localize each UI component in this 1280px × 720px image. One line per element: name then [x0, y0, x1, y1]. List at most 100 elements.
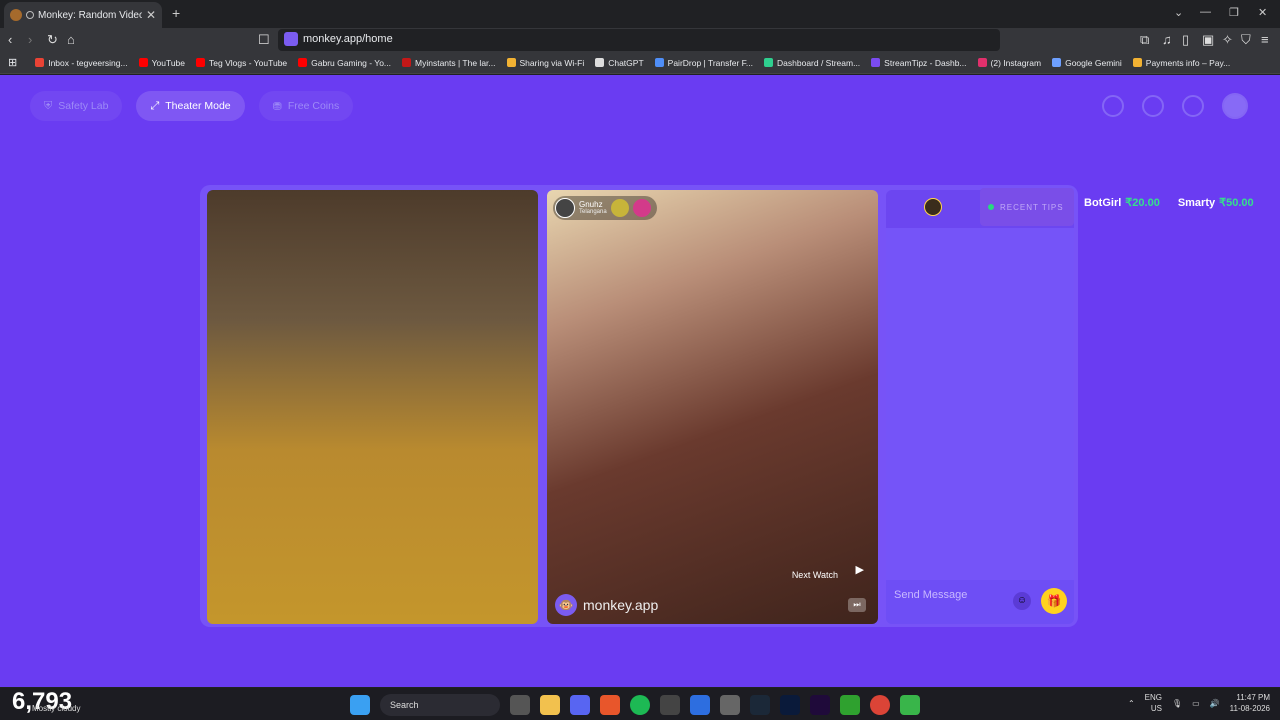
- google-pay-icon: [1132, 58, 1142, 67]
- browser-tab[interactable]: Monkey: Random Video Chat ✕: [4, 2, 162, 28]
- remote-avatar: [555, 198, 575, 218]
- media-icon[interactable]: ♫: [1162, 32, 1172, 47]
- youtube-icon[interactable]: ▶: [856, 563, 864, 576]
- bookmark-item[interactable]: YouTube: [138, 58, 185, 68]
- expand-icon: ⤢: [150, 99, 160, 112]
- bookmark-item[interactable]: Payments info – Pay...: [1132, 58, 1230, 68]
- theater-mode-label: Theater Mode: [165, 100, 231, 112]
- streamlabs-icon[interactable]: [900, 695, 920, 715]
- bookmark-item[interactable]: (2) Instagram: [977, 58, 1041, 68]
- tips-ticker: BotGirl ₹20.00 Smarty ₹50.00: [1084, 196, 1254, 209]
- photoshop-icon[interactable]: [780, 695, 800, 715]
- message-input[interactable]: Send Message: [894, 589, 967, 601]
- bookmark-label: ChatGPT: [608, 57, 644, 68]
- wallet-icon[interactable]: ▣: [1202, 32, 1214, 48]
- theater-mode-button[interactable]: ⤢ Theater Mode: [136, 91, 245, 121]
- back-icon[interactable]: ‹: [8, 32, 12, 47]
- skip-icon[interactable]: ⏭: [848, 598, 866, 612]
- remote-username: Gnuhz: [579, 200, 603, 209]
- app-icon[interactable]: [690, 695, 710, 715]
- site-info-icon[interactable]: [284, 32, 298, 46]
- bookmark-label: Dashboard / Stream...: [777, 57, 861, 68]
- apps-icon[interactable]: ⊞: [8, 56, 17, 69]
- weather-widget[interactable]: 6,793 Mostly cloudy: [12, 688, 80, 716]
- taskbar-search[interactable]: Search: [380, 694, 500, 716]
- language-indicator[interactable]: ENG US: [1145, 692, 1162, 714]
- safety-lab-label: Safety Lab: [58, 100, 109, 112]
- bookmark-item[interactable]: StreamTipz - Dashb...: [871, 58, 967, 68]
- profile-avatar[interactable]: [1222, 93, 1248, 119]
- home-icon[interactable]: ⌂: [67, 32, 75, 47]
- bookmark-item[interactable]: Sharing via Wi-Fi: [506, 57, 585, 68]
- bookmark-item[interactable]: Inbox - tegveersing...: [35, 57, 128, 68]
- gift-icon[interactable]: 🎁: [1041, 588, 1067, 614]
- maximize-icon[interactable]: ❐: [1229, 6, 1239, 19]
- send-message-bar: Send Message ☺ 🎁: [886, 580, 1074, 624]
- tip-item: BotGirl ₹20.00: [1084, 196, 1160, 209]
- leo-icon[interactable]: ✧: [1222, 32, 1233, 48]
- next-watch-label[interactable]: Next Watch: [792, 570, 838, 580]
- bookmark-item[interactable]: PairDrop | Transfer F...: [654, 58, 753, 68]
- bookmark-item[interactable]: Google Gemini: [1052, 58, 1122, 68]
- tray-chevron-icon[interactable]: ⌃: [1128, 699, 1135, 708]
- youtube-icon: [196, 58, 206, 67]
- free-coins-button[interactable]: ⛃ Free Coins: [258, 91, 354, 121]
- bookmark-item[interactable]: ChatGPT: [595, 57, 644, 68]
- discord-icon[interactable]: [570, 695, 590, 715]
- bookmark-item[interactable]: Teg Vlogs - YouTube: [196, 58, 287, 68]
- bookmark-item[interactable]: Dashboard / Stream...: [764, 58, 860, 68]
- menu-icon[interactable]: ≡: [1261, 32, 1269, 47]
- task-view-icon[interactable]: [510, 695, 530, 715]
- gemini-icon: [1052, 58, 1062, 67]
- tab-title: Monkey: Random Video Chat: [38, 9, 142, 21]
- mic-icon[interactable]: 🎙: [1172, 699, 1182, 708]
- safety-lab-button[interactable]: ⛨ Safety Lab: [30, 91, 123, 121]
- volume-icon[interactable]: 🔊: [1210, 699, 1220, 708]
- windows-start-icon[interactable]: [350, 695, 370, 715]
- youtube-icon: [138, 58, 148, 67]
- bookmark-item[interactable]: Myinstants | The lar...: [402, 58, 496, 68]
- bookmark-icon[interactable]: ☐: [258, 32, 270, 48]
- github-icon[interactable]: [660, 695, 680, 715]
- chrome-icon[interactable]: [870, 695, 890, 715]
- minecraft-icon[interactable]: [840, 695, 860, 715]
- remote-user-badge[interactable]: Gnuhz Telangana: [553, 196, 657, 220]
- right-nav: [1102, 93, 1248, 119]
- coins-icon: ⛃: [272, 100, 282, 113]
- monkey-favicon-icon: [10, 9, 22, 21]
- close-tab-icon[interactable]: ✕: [146, 8, 156, 22]
- bookmark-label: Google Gemini: [1065, 57, 1122, 68]
- bookmark-label: Inbox - tegveersing...: [48, 57, 128, 68]
- instagram-icon: [977, 58, 987, 67]
- emoji-icon[interactable]: ☺: [1013, 592, 1031, 610]
- extensions-icon[interactable]: ⧉: [1140, 32, 1149, 48]
- minimize-icon[interactable]: —: [1200, 6, 1211, 18]
- sidebar-icon[interactable]: ▯: [1182, 32, 1189, 48]
- history-icon[interactable]: [1142, 95, 1164, 117]
- obs-icon[interactable]: [720, 695, 740, 715]
- bookmark-item[interactable]: Gabru Gaming - Yo...: [298, 58, 391, 68]
- messages-icon[interactable]: [1182, 95, 1204, 117]
- bookmark-label: Sharing via Wi-Fi: [519, 57, 585, 68]
- url-field[interactable]: monkey.app/home: [278, 29, 1000, 51]
- file-explorer-icon[interactable]: [540, 695, 560, 715]
- close-window-icon[interactable]: ✕: [1258, 6, 1267, 19]
- clock[interactable]: 11:47 PM 11-08-2026: [1230, 692, 1270, 714]
- gmail-icon: [35, 58, 45, 67]
- streamlabs-icon: [764, 58, 774, 67]
- streamtipz-icon: [871, 58, 881, 67]
- tab-list-icon[interactable]: ⌄: [1174, 6, 1183, 19]
- forward-icon[interactable]: ›: [28, 32, 32, 47]
- remote-user-avatar[interactable]: [924, 198, 942, 216]
- network-icon[interactable]: ▭: [1192, 699, 1200, 708]
- coin-balance-icon[interactable]: [1102, 95, 1124, 117]
- reload-icon[interactable]: ↻: [47, 32, 58, 48]
- shield-icon: ⛨: [44, 99, 53, 112]
- steam-icon[interactable]: [750, 695, 770, 715]
- recent-tips: RECENT TIPS: [980, 188, 1074, 226]
- premiere-icon[interactable]: [810, 695, 830, 715]
- new-tab-icon[interactable]: +: [172, 5, 180, 21]
- brave-icon[interactable]: [600, 695, 620, 715]
- spotify-icon[interactable]: [630, 695, 650, 715]
- vpn-icon[interactable]: ⛉: [1241, 32, 1251, 48]
